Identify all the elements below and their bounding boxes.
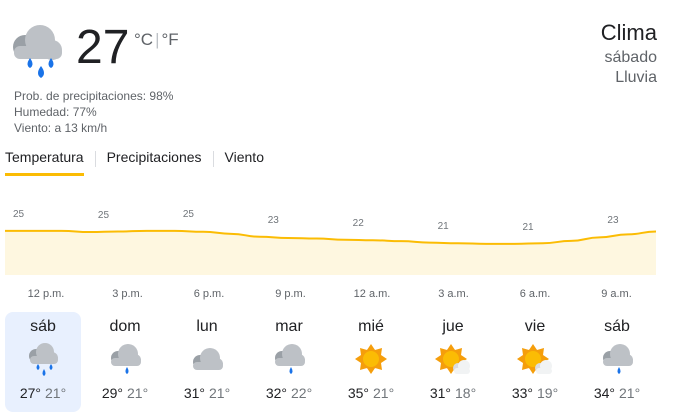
hour-tick-label: 12 a.m. (353, 288, 391, 300)
widget-title: Clima (600, 20, 657, 45)
current-temperature: 27 (76, 21, 130, 74)
forecast-high: 31° (429, 385, 451, 401)
hour-tick-label: 9 p.m. (275, 288, 306, 300)
rain-cloud-icon (24, 342, 62, 378)
forecast-temps: 31° 21° (169, 385, 245, 401)
forecast-high: 34° (593, 385, 615, 401)
tab-wind[interactable]: Viento (225, 149, 264, 173)
current-day: sábado (604, 49, 658, 66)
temperature-point-label: 21 (437, 220, 449, 232)
rain-cloud-icon (6, 20, 68, 80)
temperature-area (5, 230, 656, 275)
temperature-point-label: 22 (352, 217, 364, 229)
forecast-low: 21° (373, 385, 395, 401)
sun-icon (352, 342, 390, 378)
temperature-point-label: 23 (607, 215, 619, 227)
forecast-day[interactable]: mar 32° 22° (251, 312, 327, 412)
partly-cloudy-icon (516, 342, 554, 378)
cloud-drizzle-icon (270, 342, 308, 378)
cloud-icon (188, 342, 226, 378)
celsius-unit-button[interactable]: °C (134, 30, 153, 49)
unit-toggle: °C | °F (134, 30, 179, 50)
tab-divider (94, 151, 96, 167)
tab-bar: Temperatura Precipitaciones Viento (5, 149, 264, 177)
forecast-day[interactable]: dom 29° 21° (87, 312, 163, 412)
forecast-low: 21° (209, 385, 231, 401)
forecast-low: 18° (455, 385, 477, 401)
forecast-day-name: sáb (604, 318, 630, 335)
forecast-day[interactable]: mié 35° 21° (333, 312, 409, 412)
forecast-high: 29° (101, 385, 123, 401)
temperature-point-label: 25 (97, 210, 110, 222)
tab-precipitation[interactable]: Precipitaciones (107, 149, 202, 173)
forecast-day[interactable]: jue 31° 18° (415, 312, 491, 412)
forecast-temps: 33° 19° (497, 385, 573, 401)
temperature-point-label: 25 (13, 208, 25, 220)
cloud-drizzle-icon (106, 342, 144, 378)
forecast-high: 31° (183, 385, 205, 401)
temperature-point-label: 23 (267, 214, 279, 226)
precipitation-probability: Prob. de precipitaciones: 98% (14, 89, 174, 103)
hour-tick-label: 3 a.m. (438, 288, 469, 300)
tab-temperature[interactable]: Temperatura (5, 149, 84, 176)
fahrenheit-unit-button[interactable]: °F (162, 30, 179, 49)
forecast-day[interactable]: vie 33° 19° (497, 312, 573, 412)
forecast-day-name: sáb (30, 318, 56, 335)
hour-tick-label: 6 a.m. (519, 288, 551, 300)
temperature-point-label: 25 (182, 208, 194, 220)
forecast-temps: 29° 21° (87, 385, 163, 401)
forecast-day[interactable]: sáb 34° 21° (579, 312, 655, 412)
hour-tick-label: 12 p.m. (27, 288, 65, 300)
forecast-low: 21° (619, 385, 641, 401)
cloud-drizzle-icon (598, 342, 636, 378)
forecast-temps: 35° 21° (333, 385, 409, 401)
forecast-day-name: lun (196, 318, 218, 335)
current-condition: Lluvia (615, 69, 657, 86)
forecast-day-name: dom (109, 318, 141, 335)
wind-speed: Viento: a 13 km/h (14, 121, 108, 135)
forecast-day[interactable]: lun 31° 21° (169, 312, 245, 412)
forecast-low: 21° (127, 385, 149, 401)
unit-separator: | (155, 30, 160, 49)
forecast-temps: 31° 18° (415, 385, 491, 401)
hour-tick-label: 3 p.m. (112, 288, 143, 300)
forecast-high: 35° (347, 385, 369, 401)
forecast-high: 32° (265, 385, 287, 401)
forecast-temps: 34° 21° (579, 385, 655, 401)
forecast-day-name: mar (275, 318, 303, 335)
temperature-point-label: 21 (522, 221, 534, 233)
forecast-high: 33° (511, 385, 533, 401)
forecast-day[interactable]: sáb 27° 21° (5, 312, 81, 412)
partly-cloudy-icon (434, 342, 472, 378)
forecast-high: 27° (19, 385, 41, 401)
forecast-day-name: vie (524, 318, 546, 335)
forecast-low: 22° (291, 385, 313, 401)
hour-tick-label: 6 p.m. (193, 288, 225, 300)
forecast-day-name: mié (358, 318, 384, 335)
tab-divider (212, 151, 214, 167)
forecast-low: 19° (537, 385, 559, 401)
hour-tick-label: 9 a.m. (601, 288, 632, 300)
forecast-temps: 32° 22° (251, 385, 327, 401)
humidity: Humedad: 77% (14, 105, 97, 119)
temperature-chart (5, 229, 657, 275)
forecast-temps: 27° 21° (5, 385, 81, 401)
forecast-low: 21° (45, 385, 67, 401)
forecast-day-name: jue (442, 318, 464, 335)
